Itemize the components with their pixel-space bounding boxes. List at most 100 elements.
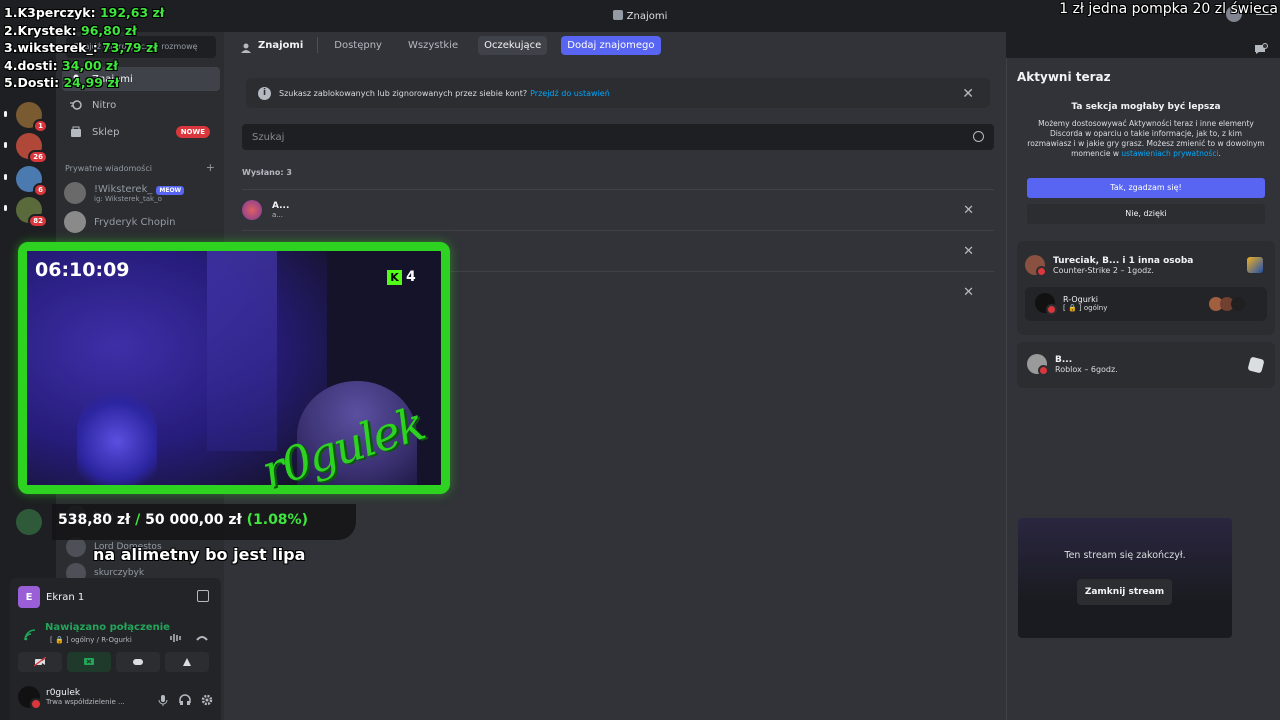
screen-share-row: E Ekran 1	[18, 586, 84, 608]
donor-entry: 4.dosti: 34,00 zł	[4, 57, 118, 73]
add-friend-button[interactable]: Dodaj znajomego	[561, 35, 661, 55]
screen-icon: E	[18, 586, 40, 608]
soundboard-icon[interactable]	[165, 652, 209, 672]
unread-pill	[4, 111, 7, 117]
user-avatar[interactable]	[18, 686, 42, 710]
activity-name: Tureciak, B... i 1 inna osoba	[1053, 255, 1194, 266]
nav-label: Sklep	[92, 126, 120, 138]
viewer-count: 4	[406, 269, 416, 285]
divider	[317, 37, 319, 53]
dm-text: !Wiksterek_ MEOW ig: Wiksterek_tak_o	[94, 184, 185, 203]
activity-card[interactable]: B... Roblox – 6godz.	[1017, 342, 1275, 388]
server-avatar	[16, 509, 42, 535]
server-icon[interactable]: 1	[16, 102, 48, 133]
privacy-settings-link[interactable]: ustawieniach prywatności	[1121, 149, 1218, 158]
search-icon	[973, 131, 984, 142]
friends-icon	[612, 10, 623, 20]
voice-channel-card[interactable]: R-Ogurki [ 🔒 ] ogólny	[1025, 287, 1267, 321]
close-stream-button[interactable]: Zamknij stream	[1077, 579, 1172, 605]
goal-separator: /	[135, 512, 141, 528]
server-avatar	[1035, 293, 1057, 315]
user-panel: r0gulek Trwa współdzielenie ...	[18, 686, 213, 710]
activity-name: B...	[1055, 354, 1073, 365]
activity-text: Tureciak, B... i 1 inna osoba Counter-St…	[1053, 256, 1193, 275]
close-icon[interactable]: ✕	[962, 86, 974, 102]
cancel-request-icon[interactable]: ✕	[963, 203, 974, 218]
noise-suppression-icon[interactable]	[170, 628, 182, 642]
server-icon[interactable]	[16, 509, 42, 535]
user-controls	[157, 691, 213, 706]
voice-channel-row: R-Ogurki [ 🔒 ] ogólny	[1035, 293, 1107, 315]
activity-card[interactable]: Tureciak, B... i 1 inna osoba Counter-St…	[1017, 241, 1275, 335]
dm-item[interactable]: Fryderyk Chopin	[62, 207, 220, 237]
server-icon[interactable]: 82	[16, 197, 48, 228]
unread-pill	[4, 174, 7, 180]
goal-target: 50 000,00 zł	[145, 512, 242, 528]
activity-icon[interactable]	[116, 652, 160, 672]
stop-screen-icon[interactable]	[197, 590, 209, 602]
stream-ended-text: Ten stream się zakończył.	[1064, 550, 1186, 561]
mention-badge: 82	[28, 214, 48, 228]
server-icon[interactable]: 26	[16, 133, 48, 164]
camera-icon[interactable]	[18, 652, 62, 672]
avatar	[66, 537, 86, 557]
guild-tag-badge: MEOW	[156, 185, 185, 195]
tab-online[interactable]: Dostępny	[328, 36, 388, 55]
nav-item-shop[interactable]: Sklep NOWE	[62, 120, 220, 144]
settings-link[interactable]: Przejdź do ustawień	[530, 89, 610, 98]
avatar	[64, 211, 86, 233]
voice-channel-text: R-Ogurki [ 🔒 ] ogólny	[1063, 295, 1107, 312]
create-dm-button[interactable]: +	[206, 161, 215, 174]
friend-sub: a...	[272, 211, 283, 219]
server-name: R-Ogurki	[1063, 294, 1098, 304]
connection-status[interactable]: Nawiązano połączenie	[45, 622, 170, 633]
cam-lamp	[77, 391, 157, 485]
disconnect-icon[interactable]	[196, 628, 208, 641]
mention-badge: 26	[28, 150, 48, 164]
top-donors-overlay: 1.K3perczyk: 192,63 zł 2.Krystek: 96,80 …	[4, 4, 164, 92]
pending-header: Wysłano: 3	[242, 168, 292, 177]
tts-message: na alimetny bo jest lipa	[93, 545, 306, 564]
friend-name: A...	[272, 201, 290, 211]
user-info[interactable]: r0gulek Trwa współdzielenie ...	[46, 688, 125, 706]
blocked-notice: i Szukasz zablokowanych lub zignorowanyc…	[246, 78, 990, 108]
nav-item-nitro[interactable]: Nitro	[62, 93, 220, 117]
promo-text: Możemy dostosowywać Aktywności teraz i i…	[1027, 119, 1265, 158]
activity-header: B... Roblox – 6godz.	[1027, 354, 1118, 376]
new-group-dm-icon[interactable]	[1254, 40, 1268, 54]
microphone-icon[interactable]	[157, 691, 169, 706]
table-row[interactable]: A... a... ✕	[242, 189, 994, 230]
activity-text: B... Roblox – 6godz.	[1055, 355, 1118, 374]
dm-name: skurczybyk	[94, 568, 145, 578]
nitro-icon	[70, 99, 82, 111]
search-input[interactable]: Szukaj	[242, 124, 994, 150]
cancel-request-icon[interactable]: ✕	[963, 244, 974, 259]
donor-entry: 3.wiksterek_: 73,79 zł	[4, 40, 158, 55]
avatar	[1025, 255, 1047, 277]
user-status: Trwa współdzielenie ...	[46, 698, 125, 706]
avatar	[242, 200, 262, 220]
avatar	[1231, 297, 1245, 311]
headphones-icon[interactable]	[179, 691, 191, 705]
mention-badge: 1	[33, 119, 48, 133]
voice-channel[interactable]: [ 🔒 ] ogólny / R-Ogurki	[50, 636, 132, 644]
dm-item[interactable]: !Wiksterek_ MEOW ig: Wiksterek_tak_o	[62, 178, 220, 208]
donor-entry: 1.K3perczyk: 192,63 zł	[4, 5, 165, 20]
voice-actions	[18, 652, 209, 672]
game-icon	[1247, 257, 1263, 273]
cancel-request-icon[interactable]: ✕	[963, 285, 974, 300]
tab-all[interactable]: Wszystkie	[402, 36, 464, 55]
settings-gear-icon[interactable]	[201, 691, 213, 706]
kick-logo-icon: K	[387, 269, 402, 285]
accept-button[interactable]: Tak, zgadzam się!	[1027, 178, 1265, 198]
decline-button[interactable]: Nie, dzięki	[1027, 204, 1265, 224]
unread-pill	[4, 205, 7, 211]
tab-pending[interactable]: Oczekujące	[478, 35, 548, 55]
screen-name: Ekran 1	[46, 591, 85, 603]
server-icon[interactable]: 6	[16, 166, 48, 197]
dm-name: Fryderyk Chopin	[94, 216, 176, 228]
screen-share-icon[interactable]	[67, 652, 111, 672]
stream-timer: 06:10:09	[35, 259, 130, 281]
search-placeholder: Szukaj	[252, 132, 285, 143]
activity-game: Roblox – 6godz.	[1055, 364, 1118, 374]
